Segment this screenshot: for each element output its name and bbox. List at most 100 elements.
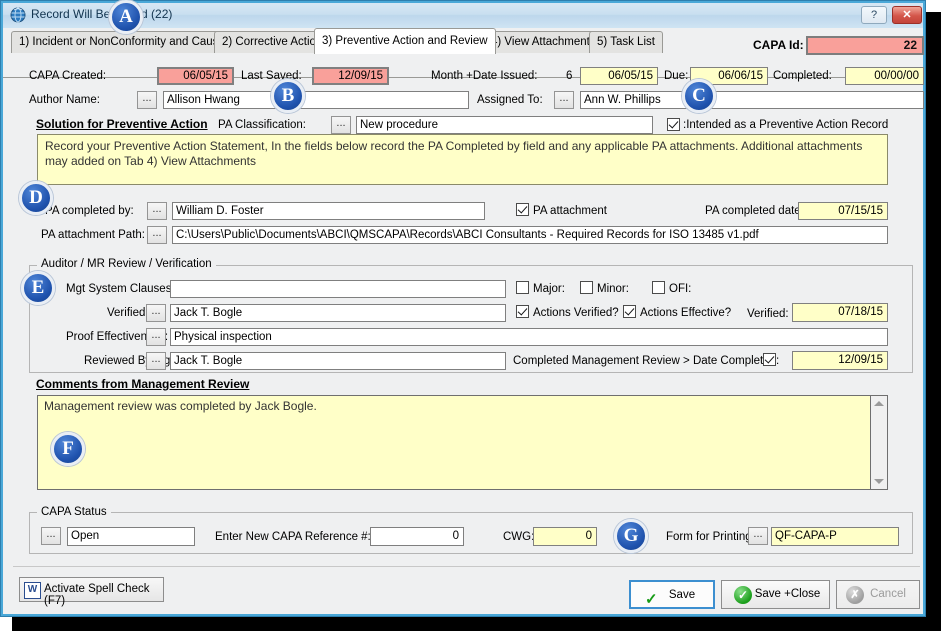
capa-id-label: CAPA Id: bbox=[753, 38, 804, 52]
new-capa-reference-label: Enter New CAPA Reference #: bbox=[215, 531, 371, 543]
pa-attachment-path-label: PA attachment Path: bbox=[41, 229, 145, 241]
annotation-badge-e: E bbox=[21, 271, 55, 305]
cwg-label: CWG: bbox=[503, 531, 534, 543]
capa-created-label: CAPA Created: bbox=[29, 70, 106, 82]
cwg-input[interactable]: 0 bbox=[533, 527, 597, 546]
reviewed-by-mgr-input[interactable]: Jack T. Bogle bbox=[170, 352, 506, 370]
cancel-button[interactable]: ✗ Cancel bbox=[836, 580, 920, 609]
save-and-close-button[interactable]: ✓ Save +Close bbox=[721, 580, 830, 609]
pa-attachment-checkbox[interactable] bbox=[516, 203, 529, 216]
pa-attachment-label: PA attachment bbox=[533, 205, 607, 217]
minor-label: Minor: bbox=[597, 283, 629, 295]
reviewed-by-mgr-picker-button[interactable]: ... bbox=[146, 352, 166, 370]
save-button[interactable]: ✓ Save bbox=[629, 580, 715, 609]
due-label: Due: bbox=[664, 70, 688, 82]
mgt-system-clauses-label: Mgt System Clauses: bbox=[66, 283, 175, 295]
pa-completed-date-input[interactable]: 07/15/15 bbox=[798, 202, 888, 220]
completed-label: Completed: bbox=[773, 70, 832, 82]
help-button[interactable]: ? bbox=[861, 6, 887, 24]
solution-heading: Solution for Preventive Action bbox=[36, 117, 208, 131]
form-for-printing-picker-button[interactable]: ... bbox=[748, 527, 768, 545]
pa-classification-input[interactable]: New procedure bbox=[356, 116, 653, 134]
mgt-system-clauses-input[interactable] bbox=[170, 280, 506, 298]
tab-corrective-action[interactable]: 2) Corrective Action bbox=[214, 31, 330, 53]
annotation-badge-f: F bbox=[51, 432, 85, 466]
form-for-printing-label: Form for Printing: bbox=[666, 531, 755, 543]
close-circle-icon: ✗ bbox=[846, 586, 864, 604]
capa-id-value: 22 bbox=[806, 36, 924, 55]
author-name-input[interactable]: Allison Hwang bbox=[163, 91, 469, 109]
annotation-badge-d: D bbox=[19, 181, 53, 215]
capa-status-picker-button[interactable]: ... bbox=[41, 527, 61, 545]
window-title: Record Will Be Saved (22) bbox=[31, 7, 172, 21]
tab-incident-nonconformity[interactable]: 1) Incident or NonConformity and Cause bbox=[11, 31, 233, 53]
save-and-close-button-label: Save +Close bbox=[755, 588, 821, 600]
verified-date-input[interactable]: 07/18/15 bbox=[792, 303, 888, 322]
verified-by-picker-button[interactable]: ... bbox=[146, 304, 166, 322]
assigned-to-label: Assigned To: bbox=[477, 94, 543, 106]
actions-verified-label: Actions Verified? bbox=[533, 307, 619, 319]
proof-effectiveness-input[interactable]: Physical inspection bbox=[170, 328, 888, 346]
activate-spell-check-label: Activate Spell Check (F7) bbox=[44, 583, 163, 607]
form-for-printing-input[interactable]: QF-CAPA-P bbox=[771, 527, 899, 546]
check-circle-icon: ✓ bbox=[734, 586, 752, 604]
actions-effective-label: Actions Effective? bbox=[640, 307, 731, 319]
minor-checkbox[interactable] bbox=[580, 281, 593, 294]
save-button-label: Save bbox=[669, 589, 695, 601]
pa-attachment-path-picker-button[interactable]: ... bbox=[147, 226, 167, 244]
completed-management-review-checkbox[interactable] bbox=[763, 353, 776, 366]
completed-date-input[interactable]: 00/00/00 bbox=[845, 67, 924, 85]
word-icon: W bbox=[24, 582, 41, 599]
major-label: Major: bbox=[533, 283, 565, 295]
annotation-badge-a: A bbox=[109, 0, 143, 34]
month-date-issued-label: Month +Date Issued: bbox=[431, 70, 537, 82]
major-checkbox[interactable] bbox=[516, 281, 529, 294]
proof-effectiveness-picker-button[interactable]: ... bbox=[146, 328, 166, 346]
completed-management-review-label: Completed Management Review > Date Compl… bbox=[513, 355, 779, 367]
management-review-comments-text: Management review was completed by Jack … bbox=[44, 399, 317, 413]
check-icon: ✓ bbox=[645, 586, 658, 613]
capa-status-group-title: CAPA Status bbox=[37, 506, 111, 518]
ofi-label: OFI: bbox=[669, 283, 691, 295]
footer-divider bbox=[13, 566, 920, 567]
pa-completed-date-label: PA completed date: bbox=[705, 205, 804, 217]
annotation-badge-c: C bbox=[682, 79, 716, 113]
actions-effective-checkbox[interactable] bbox=[623, 305, 636, 318]
last-saved-value: 12/09/15 bbox=[312, 67, 389, 85]
tab-task-list[interactable]: 5) Task List bbox=[589, 31, 663, 53]
verified-by-input[interactable]: Jack T. Bogle bbox=[170, 304, 506, 322]
capa-record-window: Record Will Be Saved (22) ? ✕ 1) Inciden… bbox=[0, 0, 926, 617]
scroll-down-icon[interactable] bbox=[874, 479, 884, 484]
instruction-panel: Record your Preventive Action Statement,… bbox=[37, 134, 888, 185]
capa-created-value: 06/05/15 bbox=[157, 67, 234, 85]
close-button[interactable]: ✕ bbox=[892, 6, 922, 24]
ofi-checkbox[interactable] bbox=[652, 281, 665, 294]
tab-preventive-action-review[interactable]: 3) Preventive Action and Review bbox=[314, 28, 496, 54]
pa-completed-by-picker-button[interactable]: ... bbox=[147, 202, 167, 220]
annotation-badge-b: B bbox=[271, 79, 305, 113]
cancel-button-label: Cancel bbox=[870, 588, 906, 600]
activate-spell-check-button[interactable]: W Activate Spell Check (F7) bbox=[19, 577, 164, 602]
intended-preventive-action-label: :Intended as a Preventive Action Record bbox=[683, 119, 888, 131]
capa-status-input[interactable]: Open bbox=[67, 527, 195, 546]
verified-date-label: Verified: bbox=[747, 308, 789, 320]
month-value: 6 bbox=[566, 70, 572, 82]
assigned-to-picker-button[interactable]: ... bbox=[554, 91, 574, 109]
actions-verified-checkbox[interactable] bbox=[516, 305, 529, 318]
pa-classification-label: PA Classification: bbox=[218, 119, 306, 131]
completed-management-review-date[interactable]: 12/09/15 bbox=[792, 351, 888, 370]
pa-attachment-path-input[interactable]: C:\Users\Public\Documents\ABCI\QMSCAPA\R… bbox=[172, 226, 888, 244]
comments-scrollbar[interactable] bbox=[870, 396, 887, 489]
scroll-up-icon[interactable] bbox=[874, 401, 884, 406]
intended-preventive-action-checkbox[interactable] bbox=[667, 118, 680, 131]
tab-view-attachments[interactable]: 4) View Attachments bbox=[483, 31, 604, 53]
author-name-picker-button[interactable]: ... bbox=[137, 91, 157, 109]
date-issued-input[interactable]: 06/05/15 bbox=[580, 67, 658, 85]
management-review-comments-textarea[interactable]: Management review was completed by Jack … bbox=[37, 395, 888, 490]
comments-heading: Comments from Management Review bbox=[36, 377, 249, 391]
assigned-to-input[interactable]: Ann W. Phillips bbox=[580, 91, 924, 109]
annotation-badge-g: G bbox=[614, 519, 648, 553]
pa-completed-by-input[interactable]: William D. Foster bbox=[172, 202, 485, 220]
pa-classification-picker-button[interactable]: ... bbox=[331, 116, 351, 134]
new-capa-reference-input[interactable]: 0 bbox=[370, 527, 464, 546]
